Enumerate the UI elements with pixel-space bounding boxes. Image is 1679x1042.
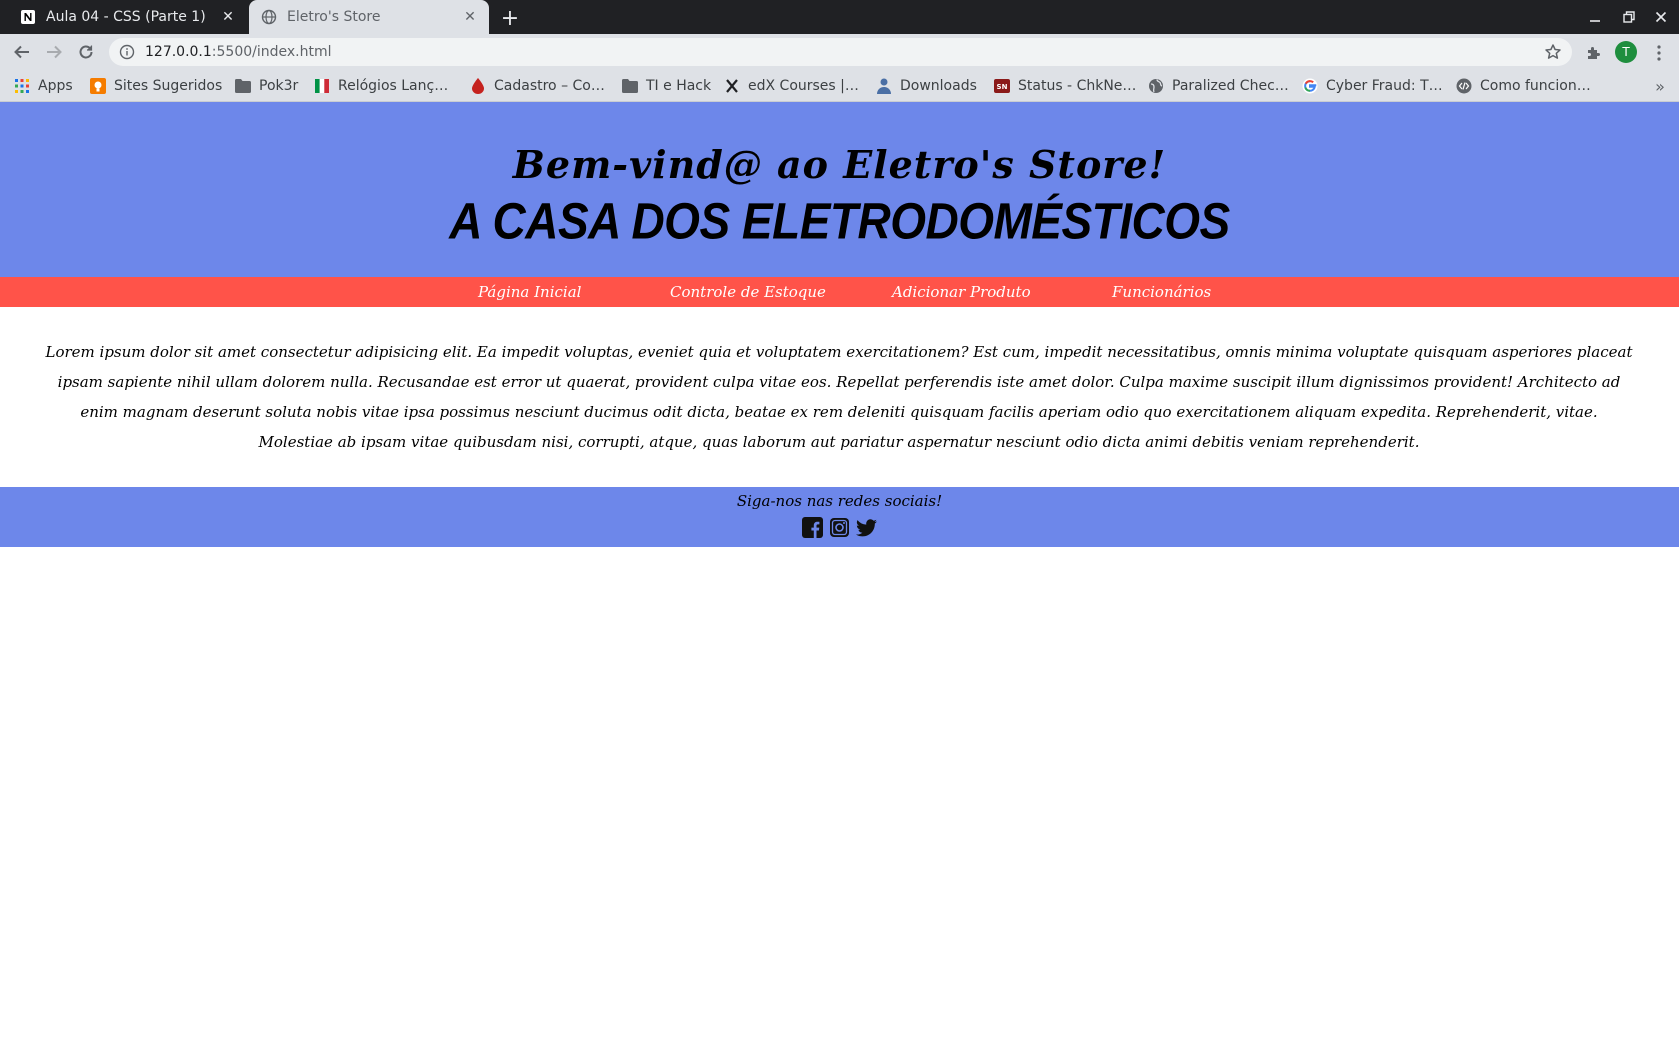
page-viewport: Bem-vind@ ao Eletro's Store! A CASA DOS … — [0, 102, 1679, 1042]
tab-title: Aula 04 - CSS (Parte 1) — [46, 9, 206, 25]
bookmark-label: Status - ChkNe… — [1018, 78, 1137, 94]
menu-dots-icon[interactable] — [1648, 42, 1670, 64]
nav-link-funcionarios[interactable]: Funcionários — [1112, 277, 1211, 307]
globe-icon — [261, 9, 277, 25]
bookmark-cyber-fraud[interactable]: Cyber Fraud: T… — [1302, 70, 1443, 102]
bookmark-apps[interactable]: Apps — [14, 70, 73, 102]
bookmark-label: Pok3r — [259, 78, 299, 94]
twitter-icon[interactable] — [856, 517, 877, 538]
bookmark-status-chknet[interactable]: SN Status - ChkNe… — [994, 70, 1136, 102]
tab-aula-04[interactable]: Aula 04 - CSS (Parte 1) ✕ — [8, 0, 247, 34]
url-path: :5500/index.html — [211, 44, 332, 60]
reload-icon[interactable] — [74, 40, 98, 64]
tab-title: Eletro's Store — [287, 9, 381, 25]
bookmark-relogios[interactable]: Relógios Lanç… — [314, 70, 448, 102]
sites-icon — [90, 78, 106, 94]
address-bar[interactable]: 127.0.0.1:5500/index.html — [109, 38, 1572, 66]
bookmark-label: Cyber Fraud: T… — [1326, 78, 1443, 94]
bookmark-paralized[interactable]: Paralized Chec… — [1148, 70, 1289, 102]
bookmark-cadastro[interactable]: Cadastro – Co… — [470, 70, 605, 102]
instagram-icon[interactable] — [829, 517, 850, 538]
folder-icon — [622, 78, 638, 94]
bookmark-downloads[interactable]: Downloads — [876, 70, 977, 102]
back-icon[interactable] — [10, 40, 34, 64]
lorem-paragraph: Lorem ipsum dolor sit amet consectetur a… — [45, 343, 1633, 451]
main-nav: Página Inicial Controle de Estoque Adici… — [0, 277, 1679, 307]
new-tab-button[interactable]: + — [496, 4, 524, 32]
folder-icon — [235, 78, 251, 94]
nav-link-controle-estoque[interactable]: Controle de Estoque — [670, 277, 826, 307]
follow-us-text: Siga-nos nas redes sociais! — [736, 492, 943, 510]
drop-icon — [470, 78, 486, 94]
welcome-heading: Bem-vind@ ao Eletro's Store! — [512, 142, 1167, 187]
sn-icon: SN — [994, 78, 1010, 94]
nav-link-adicionar-produto[interactable]: Adicionar Produto — [892, 277, 1031, 307]
restore-icon[interactable] — [1614, 0, 1644, 34]
tab-strip: Aula 04 - CSS (Parte 1) ✕ Eletro's Store… — [0, 0, 1679, 34]
minimize-icon[interactable] — [1580, 0, 1610, 34]
nav-link-pagina-inicial[interactable]: Página Inicial — [478, 277, 581, 307]
close-icon[interactable]: ✕ — [461, 8, 479, 26]
bookmarks-overflow-button[interactable]: » — [1650, 70, 1670, 102]
bookmark-label: Downloads — [900, 78, 977, 94]
flag-icon — [314, 78, 330, 94]
url-text: 127.0.0.1:5500/index.html — [145, 44, 332, 60]
profile-avatar[interactable]: T — [1615, 41, 1637, 63]
globe-icon — [1148, 78, 1164, 94]
bookmark-label: Sites Sugeridos — [114, 78, 223, 94]
bookmark-label: edX Courses |… — [748, 78, 859, 94]
edx-icon — [724, 78, 740, 94]
bookmark-como-funcion[interactable]: Como funcion… — [1456, 70, 1591, 102]
browser-toolbar: 127.0.0.1:5500/index.html — [0, 34, 1679, 70]
notion-icon — [20, 9, 36, 25]
person-icon — [876, 78, 892, 94]
page-footer: Siga-nos nas redes sociais! — [0, 487, 1679, 547]
forward-icon[interactable] — [42, 40, 66, 64]
bookmark-edx[interactable]: edX Courses |… — [724, 70, 859, 102]
bookmark-sites-sugeridos[interactable]: Sites Sugeridos — [90, 70, 222, 102]
bookmark-label: Cadastro – Co… — [494, 78, 605, 94]
svg-text:SN: SN — [997, 83, 1008, 91]
bookmark-label: Relógios Lanç… — [338, 78, 449, 94]
tab-eletros-store[interactable]: Eletro's Store ✕ — [249, 0, 489, 34]
bookmark-label: Como funcion… — [1480, 78, 1591, 94]
google-icon — [1302, 78, 1318, 94]
bookmark-label: TI e Hack — [646, 78, 712, 94]
extensions-puzzle-icon[interactable] — [1583, 42, 1605, 64]
close-icon[interactable]: ✕ — [219, 8, 237, 26]
bookmark-pok3r[interactable]: Pok3r — [235, 70, 298, 102]
bookmark-star-icon[interactable] — [1544, 43, 1562, 61]
code-icon — [1456, 78, 1472, 94]
info-icon[interactable] — [119, 44, 135, 60]
bookmark-ti-e-hack[interactable]: TI e Hack — [622, 70, 711, 102]
apps-grid-icon — [14, 78, 30, 94]
facebook-icon[interactable] — [802, 517, 823, 538]
url-host: 127.0.0.1 — [145, 44, 212, 60]
tagline-heading: A CASA DOS ELETRODOMÉSTICOS — [449, 192, 1230, 250]
bookmarks-bar: Apps Sites Sugeridos Pok3r Relógios Lanç… — [0, 70, 1679, 102]
bookmark-label: Paralized Chec… — [1172, 78, 1289, 94]
window-close-icon[interactable] — [1646, 0, 1676, 34]
social-links — [0, 517, 1679, 538]
bookmark-label: Apps — [38, 78, 73, 94]
page-header: Bem-vind@ ao Eletro's Store! A CASA DOS … — [0, 102, 1679, 277]
